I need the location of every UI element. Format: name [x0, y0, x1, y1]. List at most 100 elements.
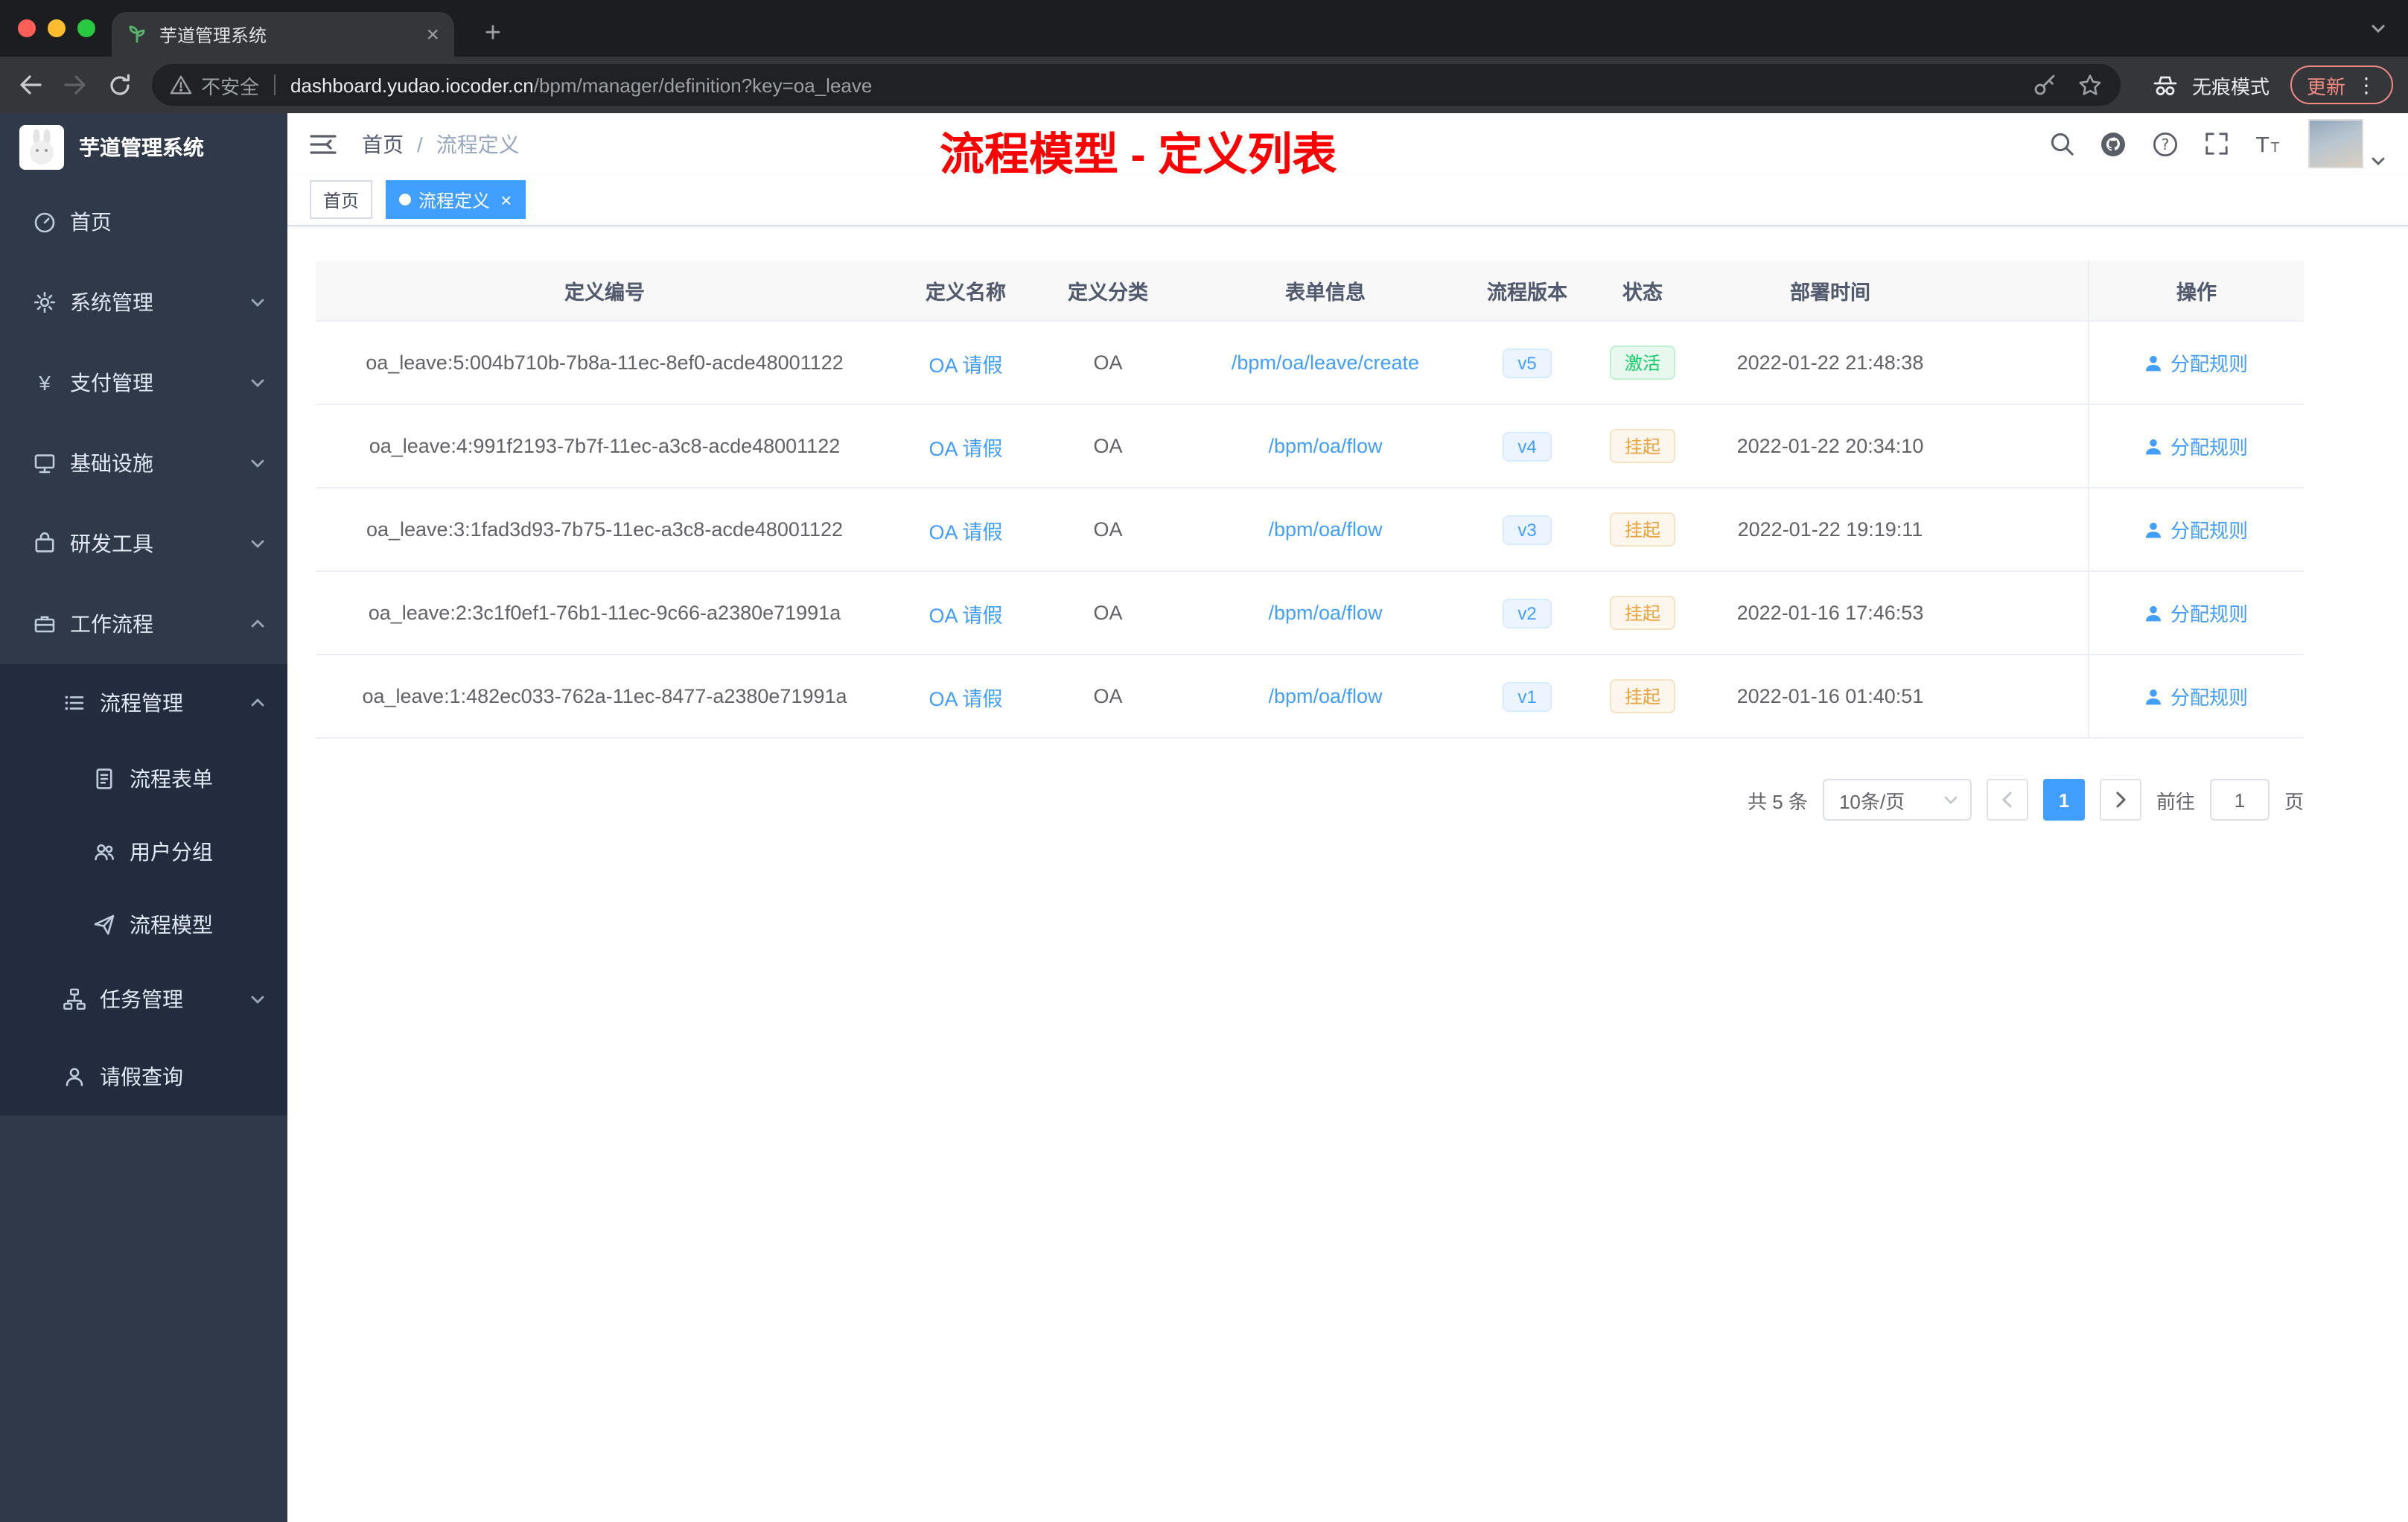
user-icon	[63, 1065, 86, 1089]
new-tab-button[interactable]: +	[474, 13, 512, 52]
sidebar-item-home[interactable]: 首页	[0, 182, 287, 262]
definition-name-link[interactable]: OA 请假	[929, 681, 1002, 711]
minimize-window-button[interactable]	[48, 19, 66, 37]
sidebar-item-leave-query[interactable]: 请假查询	[0, 1038, 287, 1115]
table-row: oa_leave:2:3c1f0ef1-76b1-11ec-9c66-a2380…	[316, 572, 2304, 655]
assign-rule-label: 分配规则	[2170, 603, 2248, 625]
assign-rule-label: 分配规则	[2170, 687, 2248, 709]
search-icon[interactable]	[2049, 131, 2074, 156]
sidebar-item-task-management[interactable]: 任务管理	[0, 961, 287, 1038]
update-label: 更新	[2306, 75, 2345, 98]
update-button[interactable]: 更新 ⋮	[2290, 66, 2393, 104]
bookmark-star-icon[interactable]	[2077, 72, 2103, 98]
form-info-link[interactable]: /bpm/oa/flow	[1268, 518, 1382, 541]
font-size-icon[interactable]: TT	[2255, 132, 2283, 156]
column-header: 定义名称	[926, 281, 1006, 304]
sidebar-item-infrastructure[interactable]: 基础设施	[0, 423, 287, 503]
sidebar-item-process-model[interactable]: 流程模型	[0, 888, 287, 961]
assign-rule-button[interactable]: 分配规则	[2145, 515, 2248, 544]
kebab-menu-icon[interactable]: ⋮	[2356, 74, 2377, 95]
sidebar-item-label: 流程表单	[130, 766, 213, 790]
fullscreen-icon[interactable]	[2204, 131, 2229, 156]
cell-deploy-time: 2022-01-16 01:40:51	[1736, 685, 1924, 707]
cell-spacer	[1957, 322, 2088, 404]
url-divider	[274, 74, 276, 95]
help-icon[interactable]: ?	[2152, 130, 2179, 157]
breadcrumb-current: 流程定义	[436, 132, 520, 156]
sidebar-item-label: 用户分组	[130, 839, 213, 863]
cell-definition-id: oa_leave:4:991f2193-7b7f-11ec-a3c8-acde4…	[369, 435, 841, 457]
cell-spacer	[1957, 655, 2088, 737]
breadcrumb-home[interactable]: 首页	[362, 129, 404, 159]
sidebar-item-user-groups[interactable]: 用户分组	[0, 815, 287, 888]
maximize-window-button[interactable]	[77, 19, 95, 37]
tag-close-icon[interactable]: ×	[500, 190, 512, 209]
favicon-icon	[127, 24, 147, 45]
tag-home[interactable]: 首页	[310, 180, 373, 219]
form-info-link[interactable]: /bpm/oa/leave/create	[1232, 351, 1419, 374]
tab-strip: 芋道管理系统 × +	[0, 0, 2408, 57]
prev-page-button[interactable]	[1986, 779, 2028, 821]
assign-rule-button[interactable]: 分配规则	[2145, 682, 2248, 710]
key-icon[interactable]	[2033, 73, 2057, 97]
browser-tab[interactable]: 芋道管理系统 ×	[112, 12, 454, 57]
next-page-button[interactable]	[2099, 779, 2141, 821]
assign-rule-button[interactable]: 分配规则	[2145, 599, 2248, 627]
sidebar-item-system-management[interactable]: 系统管理	[0, 262, 287, 343]
sidebar-item-process-form[interactable]: 流程表单	[0, 742, 287, 815]
table-row: oa_leave:5:004b710b-7b8a-11ec-8ef0-acde4…	[316, 322, 2304, 405]
back-button[interactable]	[9, 64, 51, 106]
definition-name-link[interactable]: OA 请假	[929, 348, 1002, 378]
sidebar-item-process-management[interactable]: 流程管理	[0, 664, 287, 742]
cell-definition-id: oa_leave:3:1fad3d93-7b75-11ec-a3c8-acde4…	[366, 518, 843, 541]
definition-name-link[interactable]: OA 请假	[929, 598, 1002, 628]
form-info-link[interactable]: /bpm/oa/flow	[1268, 602, 1382, 624]
tag-process-definition[interactable]: 流程定义 ×	[386, 180, 526, 219]
sidebar-item-payment-management[interactable]: ¥ 支付管理	[0, 343, 287, 423]
sidebar-item-label: 系统管理	[70, 290, 153, 314]
app-logo-row[interactable]: 芋道管理系统	[0, 113, 287, 182]
cell-definition-id: oa_leave:1:482ec033-762a-11ec-8477-a2380…	[362, 685, 847, 707]
svg-text:?: ?	[2162, 135, 2170, 153]
pagination-total: 共 5 条	[1748, 790, 1808, 812]
cell-category: OA	[1093, 685, 1123, 707]
form-info-link[interactable]: /bpm/oa/flow	[1268, 685, 1382, 707]
page-size-select[interactable]: 10条/页	[1822, 779, 1972, 821]
github-icon[interactable]	[2100, 130, 2127, 157]
goto-page-input[interactable]	[2209, 779, 2270, 821]
avatar[interactable]	[2308, 119, 2363, 168]
tab-search-chevron-icon[interactable]	[2369, 19, 2387, 37]
form-info-link[interactable]: /bpm/oa/flow	[1268, 435, 1382, 457]
breadcrumb: 首页 / 流程定义	[362, 129, 520, 159]
user-icon	[2145, 354, 2163, 372]
sidebar-item-workflow[interactable]: 工作流程	[0, 584, 287, 664]
top-navbar: 首页 / 流程定义 流程模型 - 定义列表 ? T T	[287, 113, 2408, 180]
reload-button[interactable]	[98, 64, 140, 106]
sidebar-item-label: 基础设施	[70, 451, 153, 475]
goto-unit: 页	[2284, 790, 2304, 812]
sidebar-item-label: 支付管理	[70, 371, 153, 395]
assign-rule-button[interactable]: 分配规则	[2145, 348, 2248, 377]
definition-name-link[interactable]: OA 请假	[929, 431, 1002, 461]
warning-icon	[170, 74, 192, 95]
assign-rule-button[interactable]: 分配规则	[2145, 432, 2248, 460]
tab-close-icon[interactable]: ×	[426, 23, 439, 45]
user-icon	[2145, 520, 2163, 538]
active-tag-dot	[399, 194, 412, 206]
close-window-button[interactable]	[18, 19, 36, 37]
sidebar-item-dev-tools[interactable]: 研发工具	[0, 503, 287, 584]
security-label[interactable]: 不安全	[201, 71, 259, 99]
page-size-value: 10条/页	[1838, 790, 1905, 812]
definition-name-link[interactable]: OA 请假	[929, 515, 1002, 544]
chevron-up-icon	[249, 615, 267, 633]
hamburger-icon[interactable]	[310, 132, 337, 156]
sidebar: 芋道管理系统 首页 系统管理 ¥ 支付管理 基础设施 研发工具 工作流程 流程管…	[0, 113, 287, 1522]
url-bar[interactable]: 不安全 dashboard.yudao.iocoder.cn /bpm/mana…	[152, 64, 2121, 106]
tag-label: 首页	[323, 190, 360, 211]
user-menu[interactable]	[2308, 119, 2386, 168]
forward-button[interactable]	[54, 64, 95, 106]
version-badge: v5	[1503, 348, 1552, 378]
sidebar-item-label: 首页	[70, 210, 112, 234]
current-page-button[interactable]: 1	[2042, 779, 2085, 821]
status-badge: 挂起	[1609, 596, 1675, 630]
